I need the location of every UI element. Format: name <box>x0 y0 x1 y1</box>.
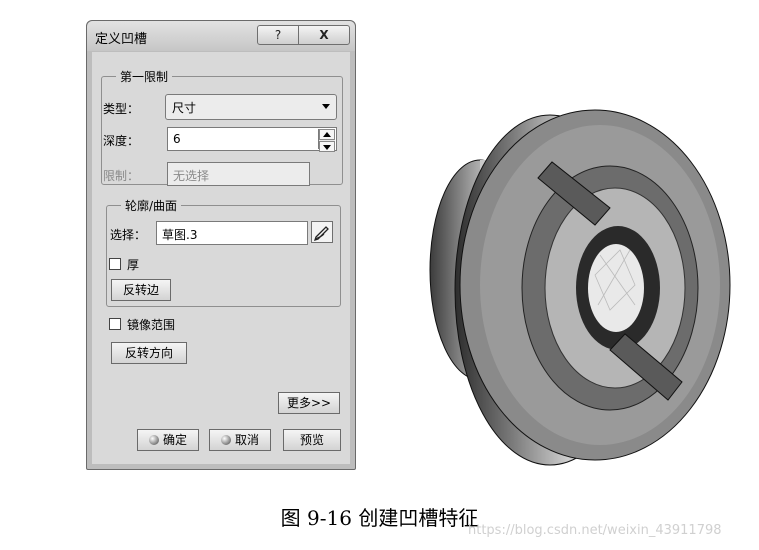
profile-select-field[interactable]: 草图.3 <box>156 221 308 245</box>
dialog-title: 定义凹槽 <box>95 32 148 47</box>
ok-button[interactable]: 确定 <box>137 429 199 451</box>
spin-down-icon[interactable] <box>319 141 335 152</box>
thick-label: 厚 <box>127 258 140 272</box>
cancel-label: 取消 <box>234 433 259 447</box>
close-button[interactable]: X <box>298 25 350 45</box>
preview-button[interactable]: 预览 <box>283 429 341 451</box>
dialog-body: 第一限制 类型： 尺寸 深度： 6 限制： 无选择 轮廓/曲面 选择： 草图.3 <box>92 52 350 464</box>
cancel-button[interactable]: 取消 <box>209 429 271 451</box>
limit-label: 限制： <box>103 169 140 183</box>
ok-bullet-icon <box>148 435 159 445</box>
depth-label: 深度： <box>103 134 140 148</box>
sketch-edit-icon <box>313 226 329 242</box>
select-label: 选择： <box>110 228 147 242</box>
thick-checkbox[interactable] <box>109 258 121 270</box>
type-value: 尺寸 <box>172 101 197 115</box>
reverse-side-button[interactable]: 反转边 <box>111 279 171 301</box>
reverse-direction-button[interactable]: 反转方向 <box>111 342 187 364</box>
type-select[interactable]: 尺寸 <box>165 94 337 120</box>
mirror-label: 镜像范围 <box>127 318 176 332</box>
bore-highlight <box>588 244 644 332</box>
help-button[interactable]: ? <box>257 25 299 45</box>
pocket-dialog: 定义凹槽 ? X 第一限制 类型： 尺寸 深度： 6 限制： 无选择 轮廓/曲面 <box>86 20 356 470</box>
profile-select-value: 草图.3 <box>162 228 198 242</box>
depth-stepper[interactable] <box>318 129 335 152</box>
profile-label: 轮廓/曲面 <box>121 197 182 214</box>
first-limit-label: 第一限制 <box>116 68 173 85</box>
cancel-bullet-icon <box>220 435 231 445</box>
sketch-edit-button[interactable] <box>311 221 333 243</box>
part-3d-view <box>429 109 731 466</box>
more-button[interactable]: 更多>> <box>278 392 340 414</box>
spin-up-icon[interactable] <box>319 129 335 140</box>
limit-field: 无选择 <box>167 162 310 186</box>
chevron-down-icon <box>322 104 330 109</box>
depth-input[interactable]: 6 <box>167 127 337 152</box>
type-label: 类型： <box>103 102 140 116</box>
depth-value: 6 <box>173 132 181 146</box>
mirror-checkbox[interactable] <box>109 318 121 330</box>
watermark: https://blog.csdn.net/weixin_43911798 <box>468 523 722 538</box>
ok-label: 确定 <box>162 433 187 447</box>
dialog-titlebar[interactable]: 定义凹槽 ? X <box>87 21 355 51</box>
limit-value: 无选择 <box>173 169 210 183</box>
